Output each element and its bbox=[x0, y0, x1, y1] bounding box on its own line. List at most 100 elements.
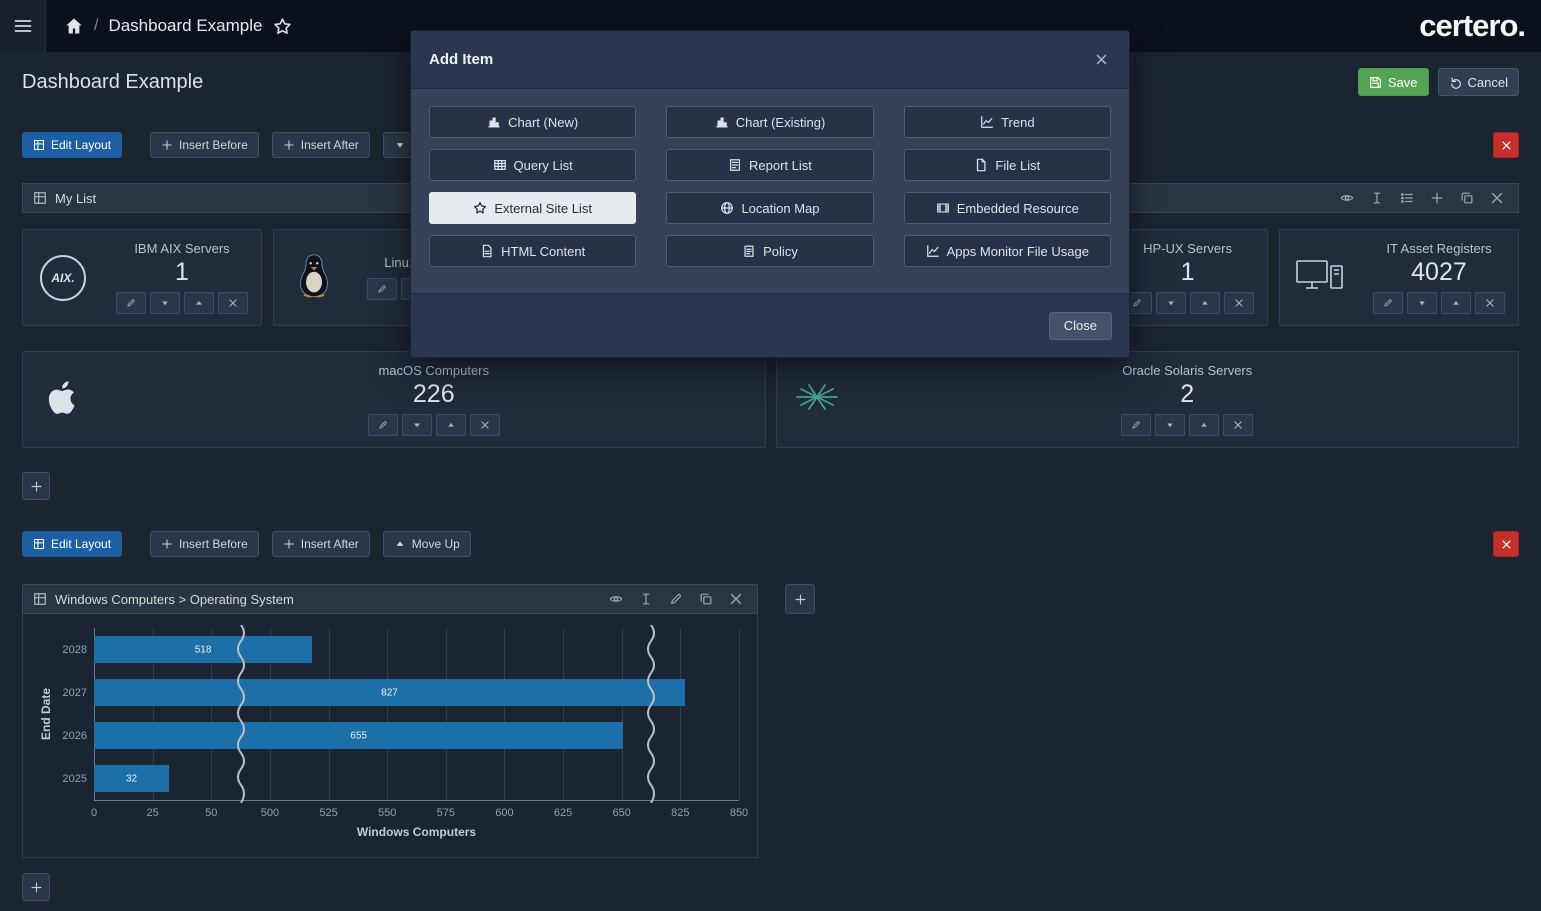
x-tick-label: 25 bbox=[146, 807, 159, 819]
modal-close-footer-button[interactable]: Close bbox=[1048, 311, 1112, 340]
edit-button[interactable] bbox=[1121, 414, 1152, 437]
move-up-button[interactable]: Move Up bbox=[382, 531, 471, 557]
edit-button[interactable] bbox=[367, 278, 398, 300]
resize-icon bbox=[639, 592, 653, 606]
modal-item-chart-new[interactable]: Chart (New) bbox=[429, 106, 637, 138]
remove-button[interactable] bbox=[725, 588, 747, 610]
pencil-icon bbox=[669, 592, 683, 606]
card-value: 1 bbox=[1180, 257, 1195, 286]
modal-item-html-content[interactable]: HTML Content bbox=[429, 235, 637, 267]
move-down-button[interactable] bbox=[1155, 414, 1186, 437]
preview-button[interactable] bbox=[605, 588, 627, 610]
edit-button[interactable] bbox=[1372, 292, 1403, 315]
modal-item-embedded-resource[interactable]: Embedded Resource bbox=[903, 192, 1111, 224]
breadcrumb-title[interactable]: Dashboard Example bbox=[108, 16, 262, 36]
resize-icon bbox=[1370, 191, 1384, 205]
edit-button[interactable] bbox=[367, 414, 398, 437]
move-down-button[interactable] bbox=[1406, 292, 1437, 315]
close-icon bbox=[228, 298, 238, 308]
chart-panel-header: Windows Computers > Operating System bbox=[22, 584, 758, 614]
x-tick-label: 625 bbox=[553, 807, 573, 819]
bar-chart-icon bbox=[715, 115, 729, 129]
move-down-button[interactable] bbox=[150, 292, 180, 315]
remove-button[interactable] bbox=[1223, 414, 1254, 437]
x-tick-label: 825 bbox=[671, 807, 690, 819]
favorite-star-icon[interactable] bbox=[273, 17, 292, 36]
insert-after-button[interactable]: Insert After bbox=[271, 531, 370, 557]
save-button[interactable]: Save bbox=[1357, 68, 1429, 96]
pencil-icon bbox=[126, 298, 136, 308]
move-down-button[interactable] bbox=[401, 414, 432, 437]
add-widget-button[interactable] bbox=[22, 472, 50, 500]
insert-before-button[interactable]: Insert Before bbox=[150, 132, 259, 158]
menu-button[interactable] bbox=[0, 0, 46, 52]
move-down-button[interactable] bbox=[1155, 292, 1186, 315]
fit-button[interactable] bbox=[635, 588, 657, 610]
caret-up-icon bbox=[194, 298, 204, 308]
monitor-icon bbox=[1295, 256, 1345, 299]
add-button[interactable] bbox=[1426, 187, 1448, 209]
insert-before-button[interactable]: Insert Before bbox=[150, 531, 259, 557]
pencil-icon bbox=[1132, 298, 1142, 308]
app: / Dashboard Example certero. Dashboard E… bbox=[0, 0, 1541, 911]
grid-icon bbox=[33, 139, 45, 151]
x-tick-label: 0 bbox=[90, 807, 98, 819]
modal-item-chart-existing[interactable]: Chart (Existing) bbox=[666, 106, 874, 138]
duplicate-button[interactable] bbox=[695, 588, 717, 610]
modal-item-query-list[interactable]: Query List bbox=[429, 149, 637, 181]
cancel-button[interactable]: Cancel bbox=[1437, 68, 1519, 96]
modal-item-trend[interactable]: Trend bbox=[903, 106, 1111, 138]
aix-logo: AIX. bbox=[40, 254, 86, 301]
widget-grid-icon bbox=[33, 191, 47, 205]
plus-icon bbox=[161, 139, 173, 151]
remove-row-button[interactable] bbox=[1493, 132, 1519, 158]
x-tick-label: 50 bbox=[205, 807, 218, 819]
list-button[interactable] bbox=[1396, 187, 1418, 209]
edit-button[interactable] bbox=[116, 292, 146, 315]
insert-after-button[interactable]: Insert After bbox=[271, 132, 370, 158]
modal-item-apps-monitor-file-usage[interactable]: Apps Monitor File Usage bbox=[903, 235, 1111, 267]
edit-layout-button[interactable]: Edit Layout bbox=[22, 531, 123, 557]
pencil-icon bbox=[378, 420, 388, 430]
plus-icon bbox=[30, 480, 43, 493]
move-up-button[interactable] bbox=[435, 414, 466, 437]
bottom-section-toolbar: Edit Layout Insert Before Insert After M… bbox=[22, 531, 1519, 557]
pencil-icon bbox=[377, 284, 387, 294]
modal-item-policy[interactable]: Policy bbox=[666, 235, 874, 267]
remove-button[interactable] bbox=[218, 292, 248, 315]
edit-layout-button[interactable]: Edit Layout bbox=[22, 132, 123, 158]
modal-item-report-list[interactable]: Report List bbox=[666, 149, 874, 181]
line-chart-icon bbox=[980, 115, 994, 129]
fit-button[interactable] bbox=[1366, 187, 1388, 209]
modal-item-external-site-list[interactable]: External Site List bbox=[429, 192, 637, 224]
home-icon[interactable] bbox=[64, 16, 84, 36]
move-up-button[interactable] bbox=[184, 292, 214, 315]
duplicate-button[interactable] bbox=[1456, 187, 1478, 209]
modal-close-button[interactable] bbox=[1091, 50, 1111, 70]
edit-button[interactable] bbox=[665, 588, 687, 610]
undo-icon bbox=[1449, 76, 1462, 89]
add-widget-button[interactable] bbox=[785, 584, 815, 614]
modal-item-location-map[interactable]: Location Map bbox=[666, 192, 874, 224]
star-icon bbox=[473, 201, 487, 215]
card-it-asset-registers: IT Asset Registers 4027 bbox=[1278, 229, 1519, 326]
close-icon bbox=[1234, 298, 1244, 308]
move-up-button[interactable] bbox=[1189, 414, 1220, 437]
modal-item-file-list[interactable]: File List bbox=[903, 149, 1111, 181]
move-up-button[interactable] bbox=[1440, 292, 1471, 315]
add-section-button[interactable] bbox=[22, 873, 50, 901]
chart-section: Windows Computers > Operating System End… bbox=[22, 584, 1519, 858]
remove-button[interactable] bbox=[1474, 292, 1505, 315]
remove-row-button[interactable] bbox=[1493, 531, 1519, 557]
remove-button[interactable] bbox=[1486, 187, 1508, 209]
chart-body: End Date Windows Computers 0 25 50 500 525 55… bbox=[22, 614, 758, 858]
caret-down-icon bbox=[412, 420, 422, 430]
plus-icon bbox=[283, 139, 295, 151]
remove-button[interactable] bbox=[1223, 292, 1254, 315]
sun-burst-logo bbox=[794, 382, 840, 417]
modal-title: Add Item bbox=[429, 51, 494, 68]
globe-icon bbox=[720, 201, 734, 215]
preview-button[interactable] bbox=[1336, 187, 1358, 209]
move-up-button[interactable] bbox=[1189, 292, 1220, 315]
remove-button[interactable] bbox=[469, 414, 500, 437]
